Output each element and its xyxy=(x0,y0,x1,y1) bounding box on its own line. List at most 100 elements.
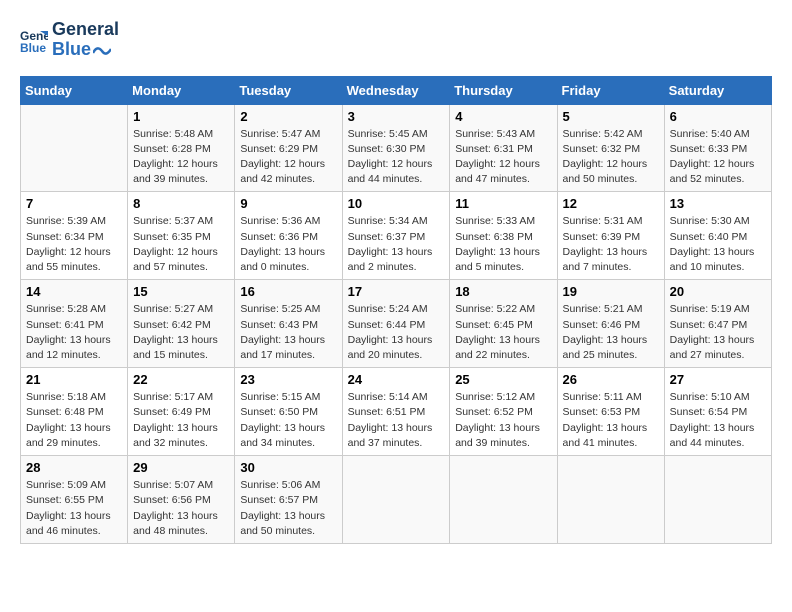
day-cell: 12Sunrise: 5:31 AMSunset: 6:39 PMDayligh… xyxy=(557,192,664,280)
col-header-wednesday: Wednesday xyxy=(342,76,450,104)
day-number: 1 xyxy=(133,109,229,124)
day-number: 14 xyxy=(26,284,122,299)
day-number: 29 xyxy=(133,460,229,475)
day-cell: 29 Sunrise: 5:07 AMSunset: 6:56 PMDayligh… xyxy=(128,456,235,544)
day-number: 21 xyxy=(26,372,122,387)
day-info: Sunrise: 5:18 AMSunset: 6:48 PMDaylight:… xyxy=(26,390,122,451)
day-cell: 30 Sunrise: 5:06 AMSunset: 6:57 PMDayligh… xyxy=(235,456,342,544)
day-number: 19 xyxy=(563,284,659,299)
day-cell: 2 Sunrise: 5:47 AMSunset: 6:29 PMDaylight… xyxy=(235,104,342,192)
day-number: 10 xyxy=(348,196,445,211)
day-info: Sunrise: 5:30 AMSunset: 6:40 PMDaylight:… xyxy=(670,214,766,275)
day-number: 23 xyxy=(240,372,336,387)
day-number: 16 xyxy=(240,284,336,299)
day-cell: 19 Sunrise: 5:21 AMSunset: 6:46 PMDayligh… xyxy=(557,280,664,368)
day-info: Sunrise: 5:21 AMSunset: 6:46 PMDaylight:… xyxy=(563,302,659,363)
day-info: Sunrise: 5:06 AMSunset: 6:57 PMDaylight:… xyxy=(240,478,336,539)
page-header: General Blue General Blue xyxy=(20,20,772,60)
day-cell: 25 Sunrise: 5:12 AMSunset: 6:52 PMDayligh… xyxy=(450,368,557,456)
calendar-table: SundayMondayTuesdayWednesdayThursdayFrid… xyxy=(20,76,772,544)
day-info: Sunrise: 5:19 AMSunset: 6:47 PMDaylight:… xyxy=(670,302,766,363)
day-cell: 20Sunrise: 5:19 AMSunset: 6:47 PMDayligh… xyxy=(664,280,771,368)
day-number: 22 xyxy=(133,372,229,387)
day-number: 30 xyxy=(240,460,336,475)
day-info: Sunrise: 5:11 AMSunset: 6:53 PMDaylight:… xyxy=(563,390,659,451)
day-info: Sunrise: 5:25 AMSunset: 6:43 PMDaylight:… xyxy=(240,302,336,363)
col-header-friday: Friday xyxy=(557,76,664,104)
logo-general: General xyxy=(52,20,119,40)
day-info: Sunrise: 5:10 AMSunset: 6:54 PMDaylight:… xyxy=(670,390,766,451)
day-number: 12 xyxy=(563,196,659,211)
day-number: 6 xyxy=(670,109,766,124)
day-number: 28 xyxy=(26,460,122,475)
day-info: Sunrise: 5:36 AMSunset: 6:36 PMDaylight:… xyxy=(240,214,336,275)
day-info: Sunrise: 5:39 AMSunset: 6:34 PMDaylight:… xyxy=(26,214,122,275)
logo-blue: Blue xyxy=(52,40,119,60)
day-info: Sunrise: 5:07 AMSunset: 6:56 PMDaylight:… xyxy=(133,478,229,539)
day-cell: 17 Sunrise: 5:24 AMSunset: 6:44 PMDayligh… xyxy=(342,280,450,368)
col-header-thursday: Thursday xyxy=(450,76,557,104)
week-row-1: 1 Sunrise: 5:48 AMSunset: 6:28 PMDaylight… xyxy=(21,104,772,192)
logo-icon: General Blue xyxy=(20,26,48,54)
day-cell: 10 Sunrise: 5:34 AMSunset: 6:37 PMDayligh… xyxy=(342,192,450,280)
day-number: 26 xyxy=(563,372,659,387)
logo-wave-icon xyxy=(93,43,111,57)
day-number: 7 xyxy=(26,196,122,211)
day-info: Sunrise: 5:22 AMSunset: 6:45 PMDaylight:… xyxy=(455,302,551,363)
day-cell: 1 Sunrise: 5:48 AMSunset: 6:28 PMDaylight… xyxy=(128,104,235,192)
day-cell xyxy=(450,456,557,544)
day-cell: 7 Sunrise: 5:39 AMSunset: 6:34 PMDaylight… xyxy=(21,192,128,280)
day-cell: 6 Sunrise: 5:40 AMSunset: 6:33 PMDaylight… xyxy=(664,104,771,192)
day-number: 27 xyxy=(670,372,766,387)
day-cell: 18 Sunrise: 5:22 AMSunset: 6:45 PMDayligh… xyxy=(450,280,557,368)
day-cell: 3 Sunrise: 5:45 AMSunset: 6:30 PMDaylight… xyxy=(342,104,450,192)
day-cell: 16 Sunrise: 5:25 AMSunset: 6:43 PMDayligh… xyxy=(235,280,342,368)
day-info: Sunrise: 5:42 AMSunset: 6:32 PMDaylight:… xyxy=(563,127,659,188)
day-cell xyxy=(664,456,771,544)
col-header-sunday: Sunday xyxy=(21,76,128,104)
day-info: Sunrise: 5:27 AMSunset: 6:42 PMDaylight:… xyxy=(133,302,229,363)
day-info: Sunrise: 5:12 AMSunset: 6:52 PMDaylight:… xyxy=(455,390,551,451)
day-number: 9 xyxy=(240,196,336,211)
week-row-2: 7 Sunrise: 5:39 AMSunset: 6:34 PMDaylight… xyxy=(21,192,772,280)
day-cell xyxy=(342,456,450,544)
day-cell: 14 Sunrise: 5:28 AMSunset: 6:41 PMDayligh… xyxy=(21,280,128,368)
col-header-monday: Monday xyxy=(128,76,235,104)
day-number: 3 xyxy=(348,109,445,124)
day-number: 5 xyxy=(563,109,659,124)
day-info: Sunrise: 5:09 AMSunset: 6:55 PMDaylight:… xyxy=(26,478,122,539)
day-cell: 15Sunrise: 5:27 AMSunset: 6:42 PMDayligh… xyxy=(128,280,235,368)
day-number: 25 xyxy=(455,372,551,387)
calendar-header-row: SundayMondayTuesdayWednesdayThursdayFrid… xyxy=(21,76,772,104)
day-info: Sunrise: 5:45 AMSunset: 6:30 PMDaylight:… xyxy=(348,127,445,188)
day-info: Sunrise: 5:47 AMSunset: 6:29 PMDaylight:… xyxy=(240,127,336,188)
day-cell xyxy=(21,104,128,192)
day-info: Sunrise: 5:37 AMSunset: 6:35 PMDaylight:… xyxy=(133,214,229,275)
day-cell: 24Sunrise: 5:14 AMSunset: 6:51 PMDayligh… xyxy=(342,368,450,456)
logo: General Blue General Blue xyxy=(20,20,119,60)
day-info: Sunrise: 5:48 AMSunset: 6:28 PMDaylight:… xyxy=(133,127,229,188)
day-cell: 28 Sunrise: 5:09 AMSunset: 6:55 PMDayligh… xyxy=(21,456,128,544)
day-cell: 11Sunrise: 5:33 AMSunset: 6:38 PMDayligh… xyxy=(450,192,557,280)
day-number: 17 xyxy=(348,284,445,299)
day-number: 18 xyxy=(455,284,551,299)
day-info: Sunrise: 5:33 AMSunset: 6:38 PMDaylight:… xyxy=(455,214,551,275)
day-info: Sunrise: 5:14 AMSunset: 6:51 PMDaylight:… xyxy=(348,390,445,451)
col-header-tuesday: Tuesday xyxy=(235,76,342,104)
week-row-3: 14 Sunrise: 5:28 AMSunset: 6:41 PMDayligh… xyxy=(21,280,772,368)
col-header-saturday: Saturday xyxy=(664,76,771,104)
day-cell: 22 Sunrise: 5:17 AMSunset: 6:49 PMDayligh… xyxy=(128,368,235,456)
day-cell: 13 Sunrise: 5:30 AMSunset: 6:40 PMDayligh… xyxy=(664,192,771,280)
day-info: Sunrise: 5:28 AMSunset: 6:41 PMDaylight:… xyxy=(26,302,122,363)
day-cell: 21 Sunrise: 5:18 AMSunset: 6:48 PMDayligh… xyxy=(21,368,128,456)
day-cell: 8Sunrise: 5:37 AMSunset: 6:35 PMDaylight… xyxy=(128,192,235,280)
week-row-4: 21 Sunrise: 5:18 AMSunset: 6:48 PMDayligh… xyxy=(21,368,772,456)
day-info: Sunrise: 5:17 AMSunset: 6:49 PMDaylight:… xyxy=(133,390,229,451)
day-info: Sunrise: 5:34 AMSunset: 6:37 PMDaylight:… xyxy=(348,214,445,275)
day-number: 2 xyxy=(240,109,336,124)
day-info: Sunrise: 5:24 AMSunset: 6:44 PMDaylight:… xyxy=(348,302,445,363)
week-row-5: 28 Sunrise: 5:09 AMSunset: 6:55 PMDayligh… xyxy=(21,456,772,544)
svg-text:Blue: Blue xyxy=(20,41,46,54)
day-number: 13 xyxy=(670,196,766,211)
day-info: Sunrise: 5:40 AMSunset: 6:33 PMDaylight:… xyxy=(670,127,766,188)
